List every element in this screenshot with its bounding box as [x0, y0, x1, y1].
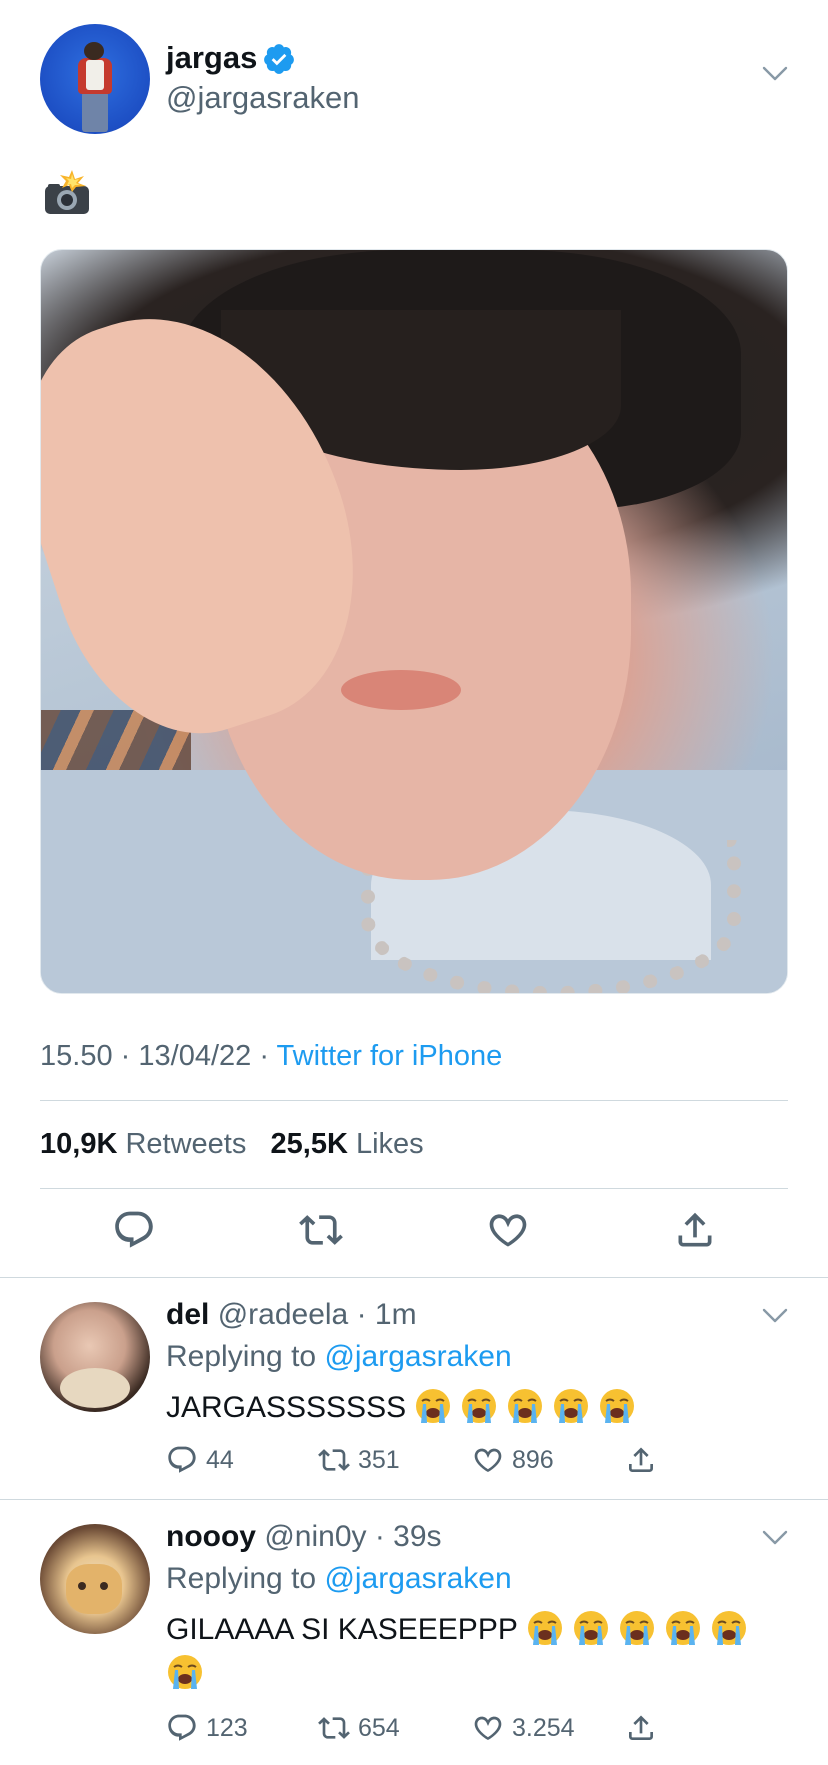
retweet-button[interactable]: 351 [318, 1442, 400, 1478]
meta-separator: · [120, 1040, 131, 1072]
loudly-crying-emoji [664, 1609, 702, 1647]
reply-tweet[interactable]: noooy @nin0y · 39s Replying to @jargasra… [0, 1500, 828, 1765]
mention-link[interactable]: @jargasraken [324, 1562, 511, 1595]
tweet-client-link[interactable]: Twitter for iPhone [277, 1040, 503, 1072]
share-icon[interactable] [673, 1208, 717, 1252]
loudly-crying-emoji [552, 1387, 590, 1425]
reply-user[interactable]: noooy @nin0y · 39s [166, 1520, 442, 1554]
retweets-stat[interactable]: 10,9K Retweets [40, 1128, 246, 1160]
replying-to: Replying to @jargasraken [166, 1340, 512, 1373]
heart-icon [472, 1712, 504, 1744]
avatar[interactable] [40, 1302, 150, 1412]
share-button[interactable] [625, 1442, 665, 1478]
share-button[interactable] [625, 1710, 665, 1746]
tweet-actions [0, 1208, 828, 1258]
reply-tweet[interactable]: del @radeela · 1m Replying to @jargasrak… [0, 1278, 828, 1498]
user-handle[interactable]: @jargasraken [166, 80, 359, 116]
loudly-crying-emoji [572, 1609, 610, 1647]
loudly-crying-emoji [710, 1609, 748, 1647]
retweet-button[interactable]: 654 [318, 1710, 400, 1746]
reply-icon [166, 1712, 198, 1744]
display-name[interactable]: noooy [166, 1520, 256, 1553]
avatar[interactable] [40, 1524, 150, 1634]
camera-flash-emoji: 📸 [45, 170, 89, 214]
tweet-time: 15.50 [40, 1040, 113, 1072]
reply-button[interactable]: 123 [166, 1710, 248, 1746]
tweet-date: 13/04/22 [138, 1040, 252, 1072]
loudly-crying-emoji [506, 1387, 544, 1425]
loudly-crying-emoji [526, 1609, 564, 1647]
handle-time: @nin0y · 39s [264, 1520, 442, 1553]
meta-separator: · [259, 1040, 269, 1072]
tweet-meta: 15.50 · 13/04/22 · Twitter for iPhone [40, 1040, 502, 1073]
replying-to: Replying to @jargasraken [166, 1562, 512, 1595]
like-button[interactable]: 3.254 [472, 1710, 575, 1746]
like-button[interactable]: 896 [472, 1442, 554, 1478]
divider [40, 1100, 788, 1101]
tweet-photo[interactable] [40, 249, 788, 994]
retweet-icon[interactable] [299, 1208, 343, 1252]
likes-stat[interactable]: 25,5K Likes [271, 1128, 424, 1160]
reply-text: JARGASSSSSSS [166, 1386, 766, 1430]
divider [40, 1188, 788, 1189]
avatar[interactable] [40, 24, 150, 134]
reply-text: GILAAAA SI KASEEEPPP [166, 1608, 786, 1696]
reply-button[interactable]: 44 [166, 1442, 234, 1478]
share-icon [625, 1444, 657, 1476]
mention-link[interactable]: @jargasraken [324, 1340, 511, 1373]
reply-user[interactable]: del @radeela · 1m [166, 1298, 417, 1332]
loudly-crying-emoji [166, 1653, 204, 1691]
heart-icon[interactable] [486, 1208, 530, 1252]
loudly-crying-emoji [598, 1387, 636, 1425]
chevron-down-icon[interactable] [762, 1308, 788, 1324]
chevron-down-icon[interactable] [762, 66, 788, 82]
retweet-icon [318, 1712, 350, 1744]
heart-icon [472, 1444, 504, 1476]
display-name[interactable]: del [166, 1298, 209, 1331]
verified-badge-icon [264, 44, 294, 74]
loudly-crying-emoji [618, 1609, 656, 1647]
share-icon [625, 1712, 657, 1744]
reply-icon[interactable] [112, 1208, 156, 1252]
retweet-icon [318, 1444, 350, 1476]
loudly-crying-emoji [460, 1387, 498, 1425]
chevron-down-icon[interactable] [762, 1530, 788, 1546]
handle-time: @radeela · 1m [217, 1298, 417, 1331]
main-tweet: jargas @jargasraken 📸 15.50 · 13/04/22 ·… [0, 0, 828, 1278]
loudly-crying-emoji [414, 1387, 452, 1425]
display-name[interactable]: jargas [166, 40, 257, 76]
tweet-stats: 10,9K Retweets 25,5K Likes [40, 1128, 424, 1161]
reply-icon [166, 1444, 198, 1476]
